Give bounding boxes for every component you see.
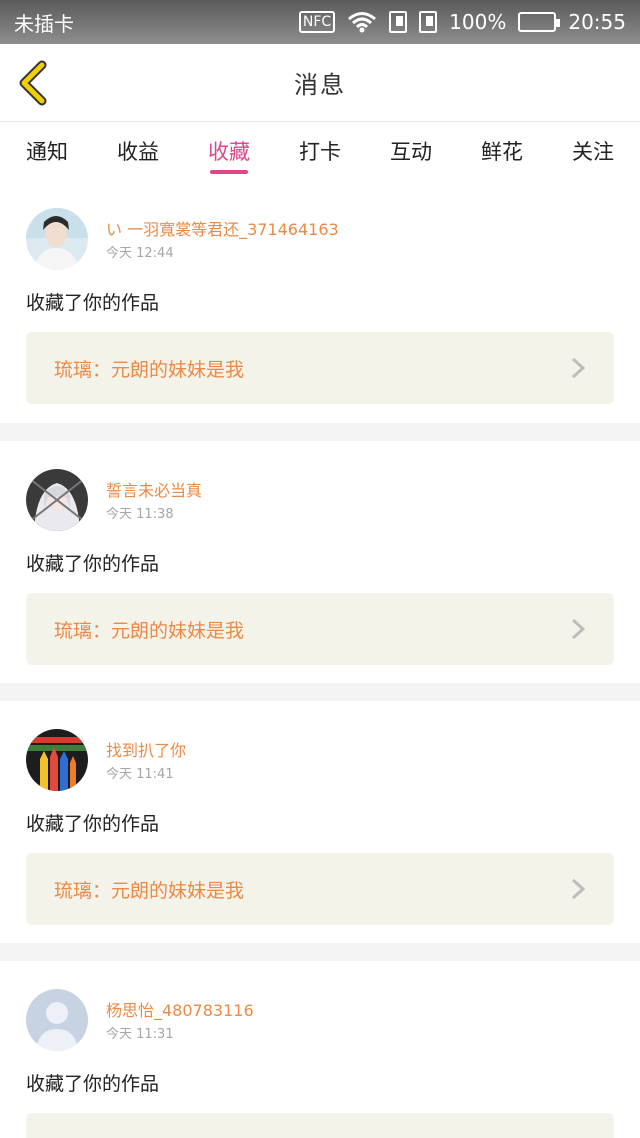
app-header: 消息	[0, 44, 640, 122]
tab-flowers[interactable]: 鲜花	[481, 122, 523, 180]
page-title: 消息	[294, 71, 346, 99]
portrait-avatar-icon	[26, 208, 88, 270]
avatar[interactable]	[26, 729, 88, 791]
work-title: 琉璃：元朗的妹妹是我	[54, 879, 245, 902]
username[interactable]: 找到扒了你	[106, 737, 186, 761]
username[interactable]: い 一羽寬裳等君还_371464163	[106, 216, 339, 240]
message-card: 找到扒了你 今天 11:41 收藏了你的作品 琉璃：元朗的妹妹是我	[0, 701, 640, 943]
message-card: 杨思怡_480783116 今天 11:31 收藏了你的作品	[0, 961, 640, 1138]
avatar[interactable]	[26, 989, 88, 1051]
tab-follows[interactable]: 关注	[572, 122, 614, 180]
avatar[interactable]	[26, 469, 88, 531]
wifi-icon	[348, 12, 377, 33]
tab-interactions[interactable]: 互动	[390, 122, 432, 180]
back-button[interactable]	[14, 60, 54, 106]
chevron-right-icon	[571, 357, 586, 379]
sim-icon-2	[419, 11, 438, 33]
work-link[interactable]	[26, 1113, 614, 1138]
timestamp: 今天 11:41	[106, 767, 174, 782]
work-title: 琉璃：元朗的妹妹是我	[54, 619, 245, 642]
timestamp: 今天 12:44	[106, 246, 174, 261]
default-avatar-icon	[26, 989, 88, 1051]
chevron-left-icon	[19, 60, 47, 106]
battery-percent: 100%	[449, 10, 507, 34]
nfc-icon: NFC	[298, 11, 336, 33]
action-text: 收藏了你的作品	[26, 1073, 160, 1095]
message-card: 誓言未必当真 今天 11:38 收藏了你的作品 琉璃：元朗的妹妹是我	[0, 441, 640, 683]
action-text: 收藏了你的作品	[26, 553, 160, 575]
username[interactable]: 誓言未必当真	[106, 477, 202, 501]
avatar[interactable]	[26, 208, 88, 270]
message-card: い 一羽寬裳等君还_371464163 今天 12:44 收藏了你的作品 琉璃：…	[0, 180, 640, 423]
timestamp: 今天 11:31	[106, 1027, 174, 1042]
status-bar: 未插卡 NFC 100% 20:55	[0, 0, 640, 44]
tab-favorites[interactable]: 收藏	[208, 122, 250, 180]
sim-icon	[389, 11, 408, 33]
pencils-avatar-icon	[26, 729, 88, 791]
tab-notifications[interactable]: 通知	[26, 122, 68, 180]
chevron-right-icon	[571, 618, 586, 640]
work-link[interactable]: 琉璃：元朗的妹妹是我	[26, 332, 614, 404]
message-list: い 一羽寬裳等君还_371464163 今天 12:44 收藏了你的作品 琉璃：…	[0, 180, 640, 1138]
tab-earnings[interactable]: 收益	[117, 122, 159, 180]
work-link[interactable]: 琉璃：元朗的妹妹是我	[26, 853, 614, 925]
carrier-text: 未插卡	[14, 11, 74, 36]
timestamp: 今天 11:38	[106, 507, 174, 522]
status-icons: NFC 100% 20:55	[298, 10, 626, 34]
chevron-right-icon	[571, 878, 586, 900]
username[interactable]: 杨思怡_480783116	[106, 997, 254, 1021]
anime-avatar-icon	[26, 469, 88, 531]
work-link[interactable]: 琉璃：元朗的妹妹是我	[26, 593, 614, 665]
work-title: 琉璃：元朗的妹妹是我	[54, 358, 245, 381]
clock: 20:55	[568, 10, 626, 34]
action-text: 收藏了你的作品	[26, 292, 160, 314]
tab-checkin[interactable]: 打卡	[299, 122, 341, 180]
tab-bar: 通知 收益 收藏 打卡 互动 鲜花 关注	[0, 122, 640, 180]
action-text: 收藏了你的作品	[26, 813, 160, 835]
battery-icon	[518, 12, 561, 32]
